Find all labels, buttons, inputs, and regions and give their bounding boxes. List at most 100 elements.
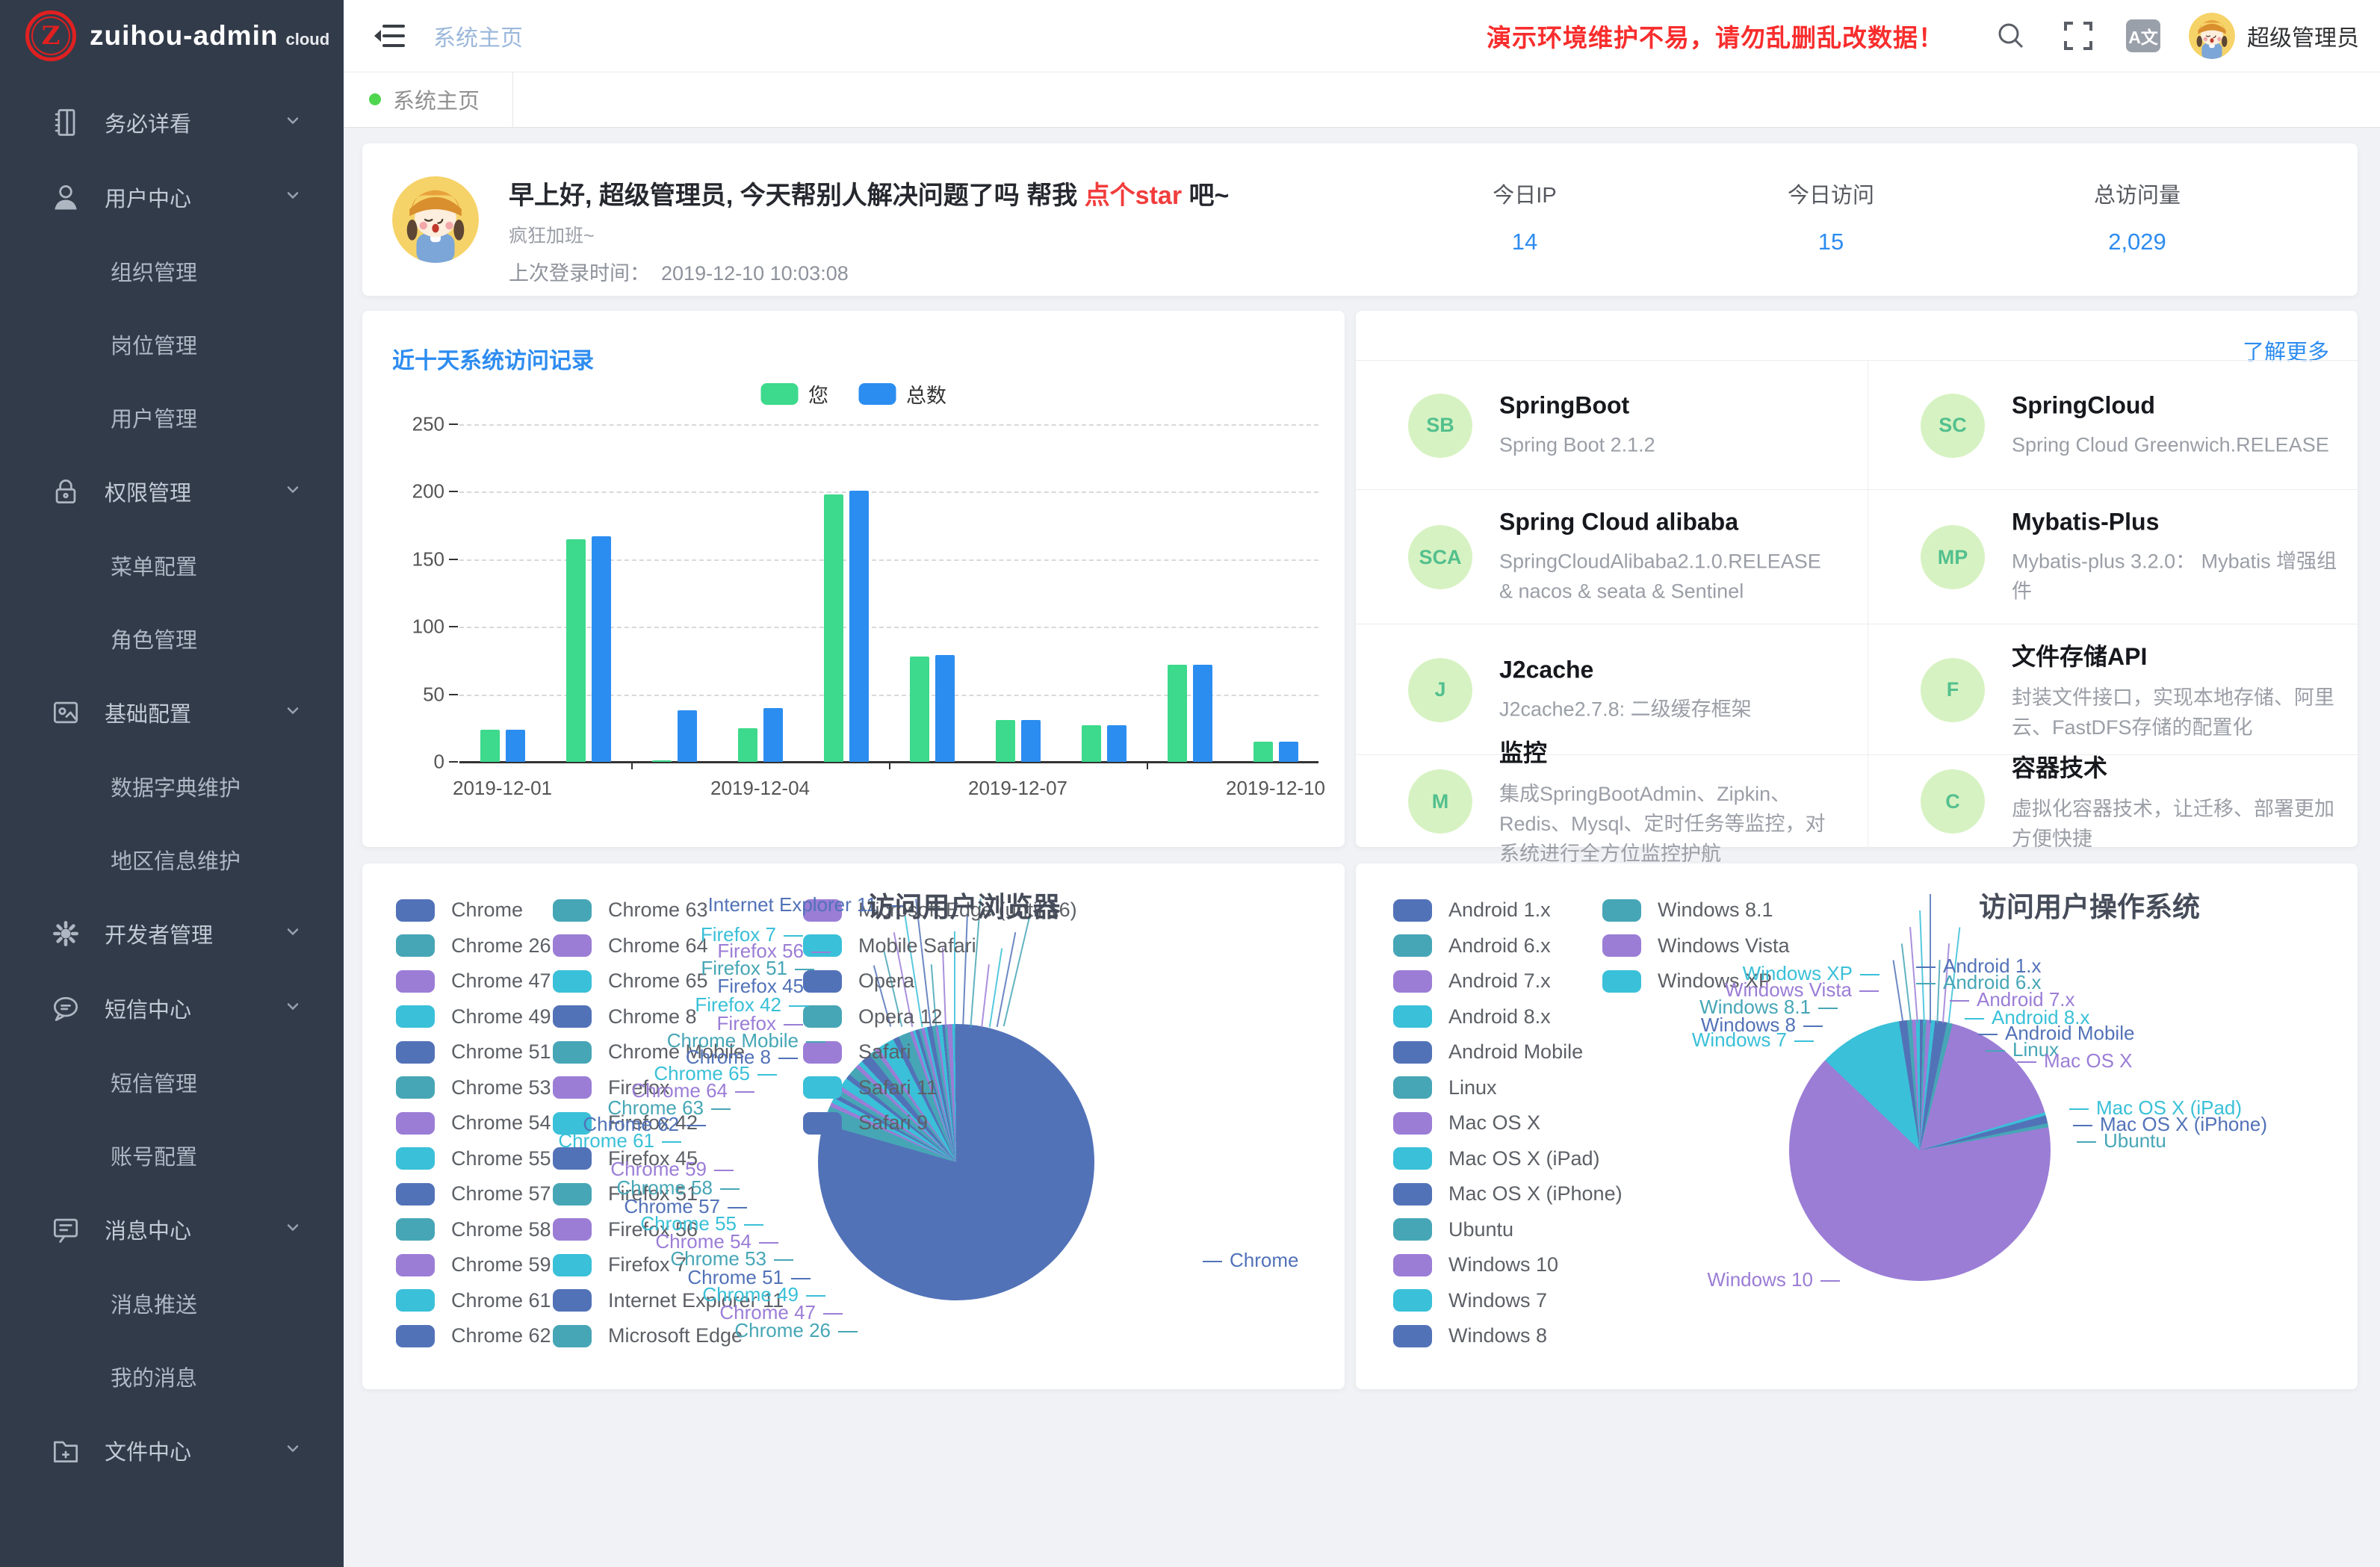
browsers-legend-Chrome 55[interactable]: Chrome 55 (396, 1147, 551, 1170)
sidebar-item-3-1[interactable]: 地区信息维护 (0, 823, 344, 896)
browsers-legend-Chrome 63[interactable]: Chrome 63 (553, 899, 708, 922)
browsers-legend-Microsoft Edge[interactable]: Microsoft Edge (553, 1324, 743, 1347)
search-icon[interactable] (1992, 16, 2030, 55)
os-legend-Windows Vista[interactable]: Windows Vista (1602, 934, 1790, 958)
sidebar-item-6-1[interactable]: 我的消息 (0, 1340, 344, 1413)
tech-badge-SCA: SCA (1408, 525, 1472, 589)
sidebar-menu: 务必详看 用户中心 组织管理岗位管理用户管理 权限管理 菜单配置角色管理 基础配… (0, 85, 344, 1488)
os-legend-Windows 8[interactable]: Windows 8 (1393, 1324, 1547, 1347)
sidebar-group-5[interactable]: 短信中心 (0, 971, 344, 1046)
browsers-legend-Safari 11[interactable]: Safari 11 (803, 1076, 938, 1099)
os-legend-Mac OS X (iPad)[interactable]: Mac OS X (iPad) (1393, 1147, 1600, 1170)
browsers-legend-Chrome 8[interactable]: Chrome 8 (553, 1005, 697, 1028)
sidebar-item-1-0[interactable]: 组织管理 (0, 235, 344, 308)
browsers-legend-Chrome 65[interactable]: Chrome 65 (553, 969, 708, 993)
sidebar-item-6-0[interactable]: 消息推送 (0, 1267, 344, 1340)
browsers-legend-Chrome 61[interactable]: Chrome 61 (396, 1289, 551, 1312)
callout-line (989, 948, 1002, 1027)
font-size-icon[interactable]: A文 (2126, 19, 2160, 52)
gridline (459, 559, 1318, 561)
browsers-legend-Chrome 54[interactable]: Chrome 54 (396, 1111, 551, 1135)
browsers-legend-Chrome 26[interactable]: Chrome 26 (396, 934, 551, 958)
bar-legend-总数[interactable]: 总数 (858, 379, 946, 409)
avatar[interactable] (2189, 13, 2235, 59)
sidebar-item-3-0[interactable]: 数据字典维护 (0, 750, 344, 823)
os-legend-Android 6.x[interactable]: Android 6.x (1393, 934, 1551, 958)
bar-总数-2019-12-09 (1193, 665, 1212, 762)
browsers-legend-Chrome 58[interactable]: Chrome 58 (396, 1218, 551, 1241)
tech-badge-MP: MP (1921, 525, 1985, 589)
brand-name: zuihou-admin (90, 20, 278, 52)
os-legend-Mac OS X (iPhone)[interactable]: Mac OS X (iPhone) (1393, 1182, 1623, 1205)
sidebar-group-4[interactable]: 开发者管理 (0, 896, 344, 971)
tech-cell-Spring Cloud alibaba: SCA Spring Cloud alibaba SpringCloudAlib… (1356, 489, 1868, 624)
os-legend-Android 7.x[interactable]: Android 7.x (1393, 969, 1551, 993)
chevron-down-icon (284, 1219, 302, 1241)
os-legend-Windows 8.1[interactable]: Windows 8.1 (1602, 899, 1773, 922)
fullscreen-icon[interactable] (2059, 16, 2098, 55)
browsers-legend-Chrome 57[interactable]: Chrome 57 (396, 1182, 551, 1205)
sidebar-item-5-0[interactable]: 短信管理 (0, 1046, 344, 1119)
bar-legend-您[interactable]: 您 (760, 379, 828, 409)
browsers-legend-Safari 9[interactable]: Safari 9 (803, 1111, 928, 1135)
os-legend-Mac OS X[interactable]: Mac OS X (1393, 1111, 1540, 1135)
sidebar-group-1[interactable]: 用户中心 (0, 160, 344, 235)
y-axis-label: 100 (412, 615, 444, 639)
browsers-legend-Chrome 62[interactable]: Chrome 62 (396, 1324, 551, 1347)
bar-您-2019-12-09 (1168, 665, 1187, 762)
user-name[interactable]: 超级管理员 (2247, 19, 2359, 52)
y-axis-tick (449, 761, 458, 763)
sidebar-item-1-1[interactable]: 岗位管理 (0, 308, 344, 381)
sidebar-group-6[interactable]: 消息中心 (0, 1192, 344, 1267)
browsers-legend-Opera 12[interactable]: Opera 12 (803, 1005, 943, 1028)
browsers-legend-Firefox 7[interactable]: Firefox 7 (553, 1253, 687, 1276)
os-legend-Android 8.x[interactable]: Android 8.x (1393, 1005, 1551, 1028)
bar-总数-2019-12-05 (849, 491, 869, 762)
browser-pie-card: 访问用户浏览器ChromeChrome 26Chrome 47Chrome 49… (362, 863, 1345, 1389)
os-legend-Android Mobile[interactable]: Android Mobile (1393, 1040, 1583, 1064)
browsers-legend-Chrome 51[interactable]: Chrome 51 (396, 1040, 551, 1064)
bar-您-2019-12-10 (1253, 742, 1273, 762)
menu-fold-icon[interactable] (371, 16, 409, 55)
os-legend-Linux[interactable]: Linux (1393, 1076, 1497, 1099)
logo[interactable]: Z zuihou-admin cloud (0, 0, 344, 72)
browsers-legend-Chrome 47[interactable]: Chrome 47 (396, 969, 551, 993)
x-axis-tick (631, 762, 633, 769)
browsers-legend-Chrome 53[interactable]: Chrome 53 (396, 1076, 551, 1099)
browsers-legend-Chrome 59[interactable]: Chrome 59 (396, 1253, 551, 1276)
message-icon (49, 1213, 82, 1246)
sidebar-group-0[interactable]: 务必详看 (0, 85, 344, 160)
stat-0: 今日IP 14 (1372, 178, 1678, 255)
sidebar-item-2-0[interactable]: 菜单配置 (0, 529, 344, 602)
breadcrumb[interactable]: 系统主页 (433, 19, 523, 52)
os-legend-Ubuntu[interactable]: Ubuntu (1393, 1218, 1513, 1241)
callout-line (962, 915, 968, 1028)
browsers-legend-Chrome[interactable]: Chrome (396, 899, 523, 922)
browsers-legend-Chrome 64[interactable]: Chrome 64 (553, 934, 708, 958)
os-label-Ubuntu: Ubuntu (2077, 1129, 2166, 1152)
gear-icon (49, 917, 82, 950)
gridline (459, 695, 1318, 696)
sidebar-item-1-2[interactable]: 用户管理 (0, 381, 344, 454)
sidebar-group-3[interactable]: 基础配置 (0, 675, 344, 750)
y-axis-tick (449, 491, 458, 492)
os-legend-Windows 7[interactable]: Windows 7 (1393, 1289, 1547, 1312)
sidebar-item-2-1[interactable]: 角色管理 (0, 602, 344, 675)
os-legend-Android 1.x[interactable]: Android 1.x (1393, 899, 1551, 922)
lock-icon (49, 475, 82, 508)
tab-home[interactable]: 系统主页 (344, 72, 513, 127)
user-avatar-large (392, 176, 479, 263)
chevron-down-icon (284, 702, 302, 724)
sidebar-group-7[interactable]: 文件中心 (0, 1413, 344, 1488)
star-link[interactable]: 点个star (1085, 181, 1182, 210)
sidebar-group-2[interactable]: 权限管理 (0, 454, 344, 529)
x-axis-label: 2019-12-07 (968, 777, 1067, 800)
y-axis-label: 250 (412, 413, 444, 436)
welcome-card: 早上好, 超级管理员, 今天帮别人解决问题了吗 帮我 点个star 吧~ 疯狂加… (362, 143, 2358, 296)
browsers-label-Chrome 26: Chrome 26 (734, 1319, 858, 1342)
x-axis-tick (1147, 762, 1148, 769)
os-legend-Windows 10[interactable]: Windows 10 (1393, 1253, 1558, 1276)
sidebar-item-5-1[interactable]: 账号配置 (0, 1119, 344, 1192)
last-login: 上次登录时间： 2019-12-10 10:03:08 (509, 257, 849, 286)
browsers-legend-Chrome 49[interactable]: Chrome 49 (396, 1005, 551, 1028)
